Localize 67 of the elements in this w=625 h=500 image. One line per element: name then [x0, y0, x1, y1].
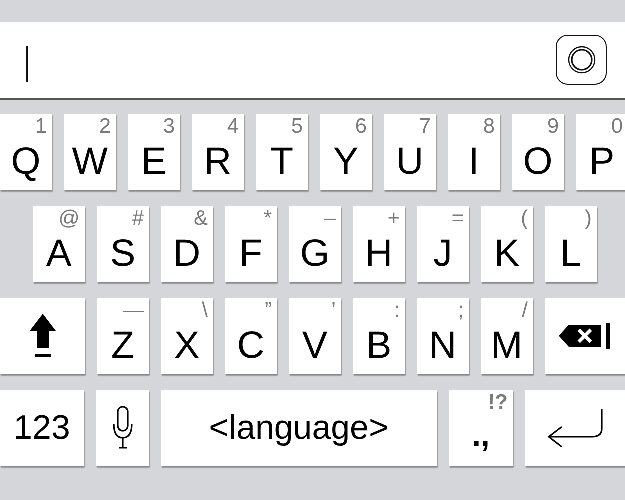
letter-key[interactable]: E 3 — [128, 114, 180, 190]
letter-key[interactable]: B : — [353, 298, 405, 374]
key-hint: 4 — [227, 115, 239, 138]
letter-key[interactable]: I 8 — [448, 114, 500, 190]
letter-key[interactable]: W 2 — [64, 114, 116, 190]
key-hint: !? — [488, 391, 508, 414]
letter-key[interactable]: Z — — [97, 298, 149, 374]
letter-key[interactable]: D & — [161, 206, 213, 282]
letter-key[interactable]: H + — [353, 206, 405, 282]
key-hint: # — [132, 207, 144, 230]
key-hint: = — [452, 207, 464, 230]
letter-key[interactable]: Y 6 — [320, 114, 372, 190]
letter-key[interactable]: P 0 — [576, 114, 625, 190]
backspace-icon — [559, 323, 611, 349]
numbers-key[interactable]: 123 — [0, 390, 84, 466]
delete-key[interactable] — [545, 298, 625, 374]
letter-key[interactable]: R 4 — [192, 114, 244, 190]
key-hint: 6 — [355, 115, 367, 138]
letter-key[interactable]: J = — [417, 206, 469, 282]
letter-key[interactable]: U 7 — [384, 114, 436, 190]
key-hint: ; — [458, 299, 464, 322]
key-hint: — — [123, 299, 144, 322]
letter-key[interactable]: M / — [481, 298, 533, 374]
ring-icon — [568, 46, 596, 74]
key-hint: * — [264, 207, 272, 230]
key-hint: ’ — [331, 299, 336, 322]
key-hint: ) — [585, 207, 592, 230]
key-hint: 0 — [611, 115, 623, 138]
shift-key[interactable] — [0, 298, 85, 374]
letter-key[interactable]: N ; — [417, 298, 469, 374]
microphone-key[interactable] — [96, 390, 149, 466]
key-hint: \ — [202, 299, 208, 322]
letter-key[interactable]: K ( — [481, 206, 533, 282]
key-hint: / — [522, 299, 528, 322]
key-hint: 1 — [35, 115, 47, 138]
letter-key[interactable]: S # — [97, 206, 149, 282]
letter-key[interactable]: O 9 — [512, 114, 564, 190]
key-hint: 2 — [99, 115, 111, 138]
letter-key[interactable]: A @ — [33, 206, 85, 282]
letter-key[interactable]: F * — [225, 206, 277, 282]
key-hint: & — [194, 207, 208, 230]
key-hint: 7 — [419, 115, 431, 138]
letter-key[interactable]: Q 1 — [0, 114, 52, 190]
punctuation-key[interactable]: ., !? — [449, 390, 513, 466]
letter-key[interactable]: V ’ — [289, 298, 341, 374]
key-hint: 3 — [163, 115, 175, 138]
record-button[interactable] — [556, 35, 607, 85]
letter-key[interactable]: G – — [289, 206, 341, 282]
key-hint: ” — [265, 299, 272, 322]
letter-key[interactable]: X \ — [161, 298, 213, 374]
key-hint: 5 — [291, 115, 303, 138]
text-field[interactable] — [0, 22, 625, 100]
key-hint: : — [394, 299, 400, 322]
key-hint: 9 — [547, 115, 559, 138]
key-hint: ( — [521, 207, 528, 230]
key-hint: 8 — [483, 115, 495, 138]
letter-key[interactable]: T 5 — [256, 114, 308, 190]
key-hint: + — [388, 207, 400, 230]
letter-key[interactable]: L ) — [545, 206, 597, 282]
return-key[interactable] — [525, 390, 625, 466]
microphone-icon — [110, 406, 134, 450]
letter-key[interactable]: C ” — [225, 298, 277, 374]
space-key[interactable]: <language> — [161, 390, 437, 466]
shift-arrow-icon — [30, 314, 56, 358]
key-hint: @ — [58, 207, 80, 230]
key-hint: – — [324, 207, 336, 230]
return-arrow-icon — [546, 407, 604, 449]
